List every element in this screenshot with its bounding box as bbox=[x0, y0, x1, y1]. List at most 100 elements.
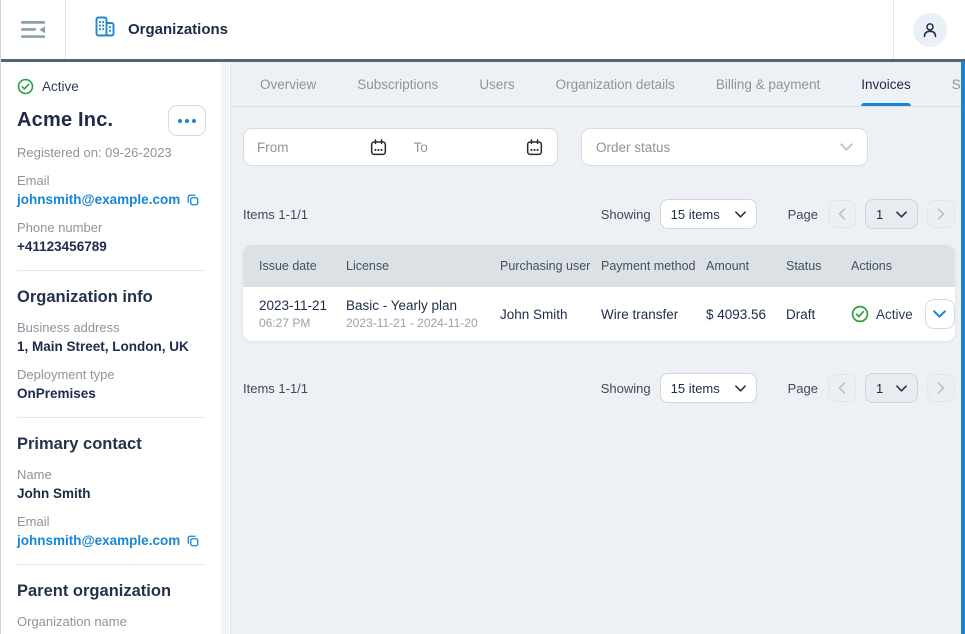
contact-email-label: Email bbox=[17, 514, 206, 529]
divider bbox=[17, 564, 206, 565]
tab-organization-details[interactable]: Organization details bbox=[556, 62, 675, 106]
page-number-value: 1 bbox=[876, 381, 883, 396]
collapse-menu-icon[interactable] bbox=[16, 15, 50, 45]
cell-payment-method: Wire transfer bbox=[601, 307, 706, 322]
divider bbox=[17, 270, 206, 271]
primary-contact-heading: Primary contact bbox=[17, 435, 206, 454]
title-zone: Organizations bbox=[66, 0, 893, 59]
chevron-left-icon bbox=[838, 208, 846, 220]
filter-row: Order status bbox=[243, 128, 955, 166]
menu-zone bbox=[1, 0, 66, 59]
page-number-value: 1 bbox=[876, 207, 883, 222]
cell-status: Draft bbox=[786, 307, 851, 322]
page-size-select[interactable]: 15 items bbox=[660, 199, 757, 229]
page-number-select[interactable]: 1 bbox=[865, 199, 918, 229]
prev-page-button[interactable] bbox=[828, 200, 856, 228]
ellipsis-icon bbox=[178, 119, 182, 123]
cell-purchasing-user: John Smith bbox=[500, 307, 601, 322]
contact-email-link[interactable]: johnsmith@example.com bbox=[17, 533, 180, 548]
cell-issue-date: 2023-11-21 06:27 PM bbox=[259, 298, 346, 330]
email-label: Email bbox=[17, 173, 206, 188]
registered-date: Registered on: 09-26-2023 bbox=[17, 145, 206, 160]
org-status: Active bbox=[17, 78, 206, 95]
tab-overview[interactable]: Overview bbox=[260, 62, 316, 106]
copy-icon[interactable] bbox=[186, 534, 200, 548]
deployment-type-value: OnPremises bbox=[17, 386, 206, 401]
org-name: Acme Inc. bbox=[17, 109, 113, 132]
calendar-icon[interactable] bbox=[525, 138, 544, 157]
phone-value: +41123456789 bbox=[17, 239, 206, 254]
page-label: Page bbox=[788, 207, 818, 222]
items-count: Items 1-1/1 bbox=[243, 381, 308, 396]
cell-license: Basic - Yearly plan 2023-11-21 - 2024-11… bbox=[346, 298, 500, 330]
date-to-field[interactable] bbox=[401, 129, 558, 165]
table-row[interactable]: 2023-11-21 06:27 PM Basic - Yearly plan … bbox=[243, 287, 955, 341]
page-title: Organizations bbox=[128, 21, 228, 38]
date-from-input[interactable] bbox=[257, 140, 327, 155]
invoices-table: Issue date License Purchasing user Payme… bbox=[243, 245, 955, 341]
tab-billing-payment[interactable]: Billing & payment bbox=[716, 62, 820, 106]
parent-org-label: Organization name bbox=[17, 614, 206, 629]
email-link[interactable]: johnsmith@example.com bbox=[17, 192, 180, 207]
items-count: Items 1-1/1 bbox=[243, 207, 308, 222]
next-page-button[interactable] bbox=[927, 374, 955, 402]
row-actions-dropdown-button[interactable] bbox=[925, 299, 955, 329]
org-info-heading: Organization info bbox=[17, 288, 206, 307]
order-status-select[interactable]: Order status bbox=[581, 128, 868, 166]
page-size-value: 15 items bbox=[671, 381, 720, 396]
tab-users[interactable]: Users bbox=[479, 62, 514, 106]
page-size-select[interactable]: 15 items bbox=[660, 373, 757, 403]
calendar-icon[interactable] bbox=[369, 138, 388, 157]
avatar-zone bbox=[893, 0, 965, 59]
chevron-down-icon bbox=[896, 211, 907, 218]
status-label: Active bbox=[42, 79, 79, 94]
app-window: Organizations Active Acme Inc. bbox=[0, 0, 965, 634]
table-header: Issue date License Purchasing user Payme… bbox=[243, 245, 955, 287]
user-avatar-button[interactable] bbox=[913, 13, 947, 47]
date-from-field[interactable] bbox=[244, 129, 401, 165]
business-address-value: 1, Main Street, London, UK bbox=[17, 339, 206, 354]
chevron-right-icon bbox=[937, 208, 945, 220]
phone-label: Phone number bbox=[17, 220, 206, 235]
showing-label: Showing bbox=[601, 207, 651, 222]
tab-bar: Overview Subscriptions Users Organizatio… bbox=[231, 62, 965, 107]
buildings-icon bbox=[92, 14, 118, 45]
check-circle-icon bbox=[17, 78, 34, 95]
chevron-down-icon bbox=[933, 310, 946, 318]
tab-invoices[interactable]: Invoices bbox=[861, 62, 911, 106]
contact-name-label: Name bbox=[17, 467, 206, 482]
page-number-select[interactable]: 1 bbox=[865, 373, 918, 403]
cell-amount: $ 4093.56 bbox=[706, 307, 786, 322]
vertical-scrollbar[interactable] bbox=[961, 62, 965, 634]
next-page-button[interactable] bbox=[927, 200, 955, 228]
date-to-input[interactable] bbox=[414, 140, 484, 155]
top-header: Organizations bbox=[1, 0, 965, 62]
cell-actions: Active bbox=[851, 299, 955, 329]
user-icon bbox=[919, 19, 941, 41]
chevron-right-icon bbox=[937, 382, 945, 394]
chevron-down-icon bbox=[840, 143, 853, 151]
order-status-placeholder: Order status bbox=[596, 140, 670, 155]
chevron-down-icon bbox=[735, 211, 746, 218]
pagination-top: Items 1-1/1 Showing 15 items Page bbox=[243, 199, 955, 229]
page-label: Page bbox=[788, 381, 818, 396]
divider bbox=[17, 417, 206, 418]
deployment-type-label: Deployment type bbox=[17, 367, 206, 382]
chevron-left-icon bbox=[838, 382, 846, 394]
chevron-down-icon bbox=[735, 385, 746, 392]
prev-page-button[interactable] bbox=[828, 374, 856, 402]
col-payment-method: Payment method bbox=[601, 259, 706, 273]
copy-icon[interactable] bbox=[186, 193, 200, 207]
tab-subscriptions[interactable]: Subscriptions bbox=[357, 62, 438, 106]
col-status: Status bbox=[786, 259, 851, 273]
contact-name-value: John Smith bbox=[17, 486, 206, 501]
organization-sidebar: Active Acme Inc. Registered on: 09-26-20… bbox=[1, 62, 231, 634]
chevron-down-icon bbox=[896, 385, 907, 392]
action-status-label: Active bbox=[876, 307, 913, 322]
parent-org-heading: Parent organization bbox=[17, 582, 206, 601]
more-actions-button[interactable] bbox=[168, 105, 206, 136]
date-range-filter bbox=[243, 128, 558, 166]
check-circle-icon bbox=[851, 305, 869, 323]
page-size-value: 15 items bbox=[671, 207, 720, 222]
col-license: License bbox=[346, 259, 500, 273]
